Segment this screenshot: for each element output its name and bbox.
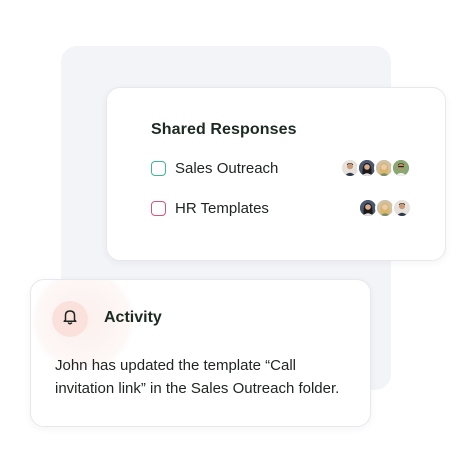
activity-card: Activity John has updated the template “… xyxy=(30,279,371,427)
hr-templates-checkbox[interactable] xyxy=(151,200,166,216)
shared-responses-card: Shared Responses Sales Outreach HR Templ… xyxy=(106,87,446,261)
folder-label: HR Templates xyxy=(175,199,269,217)
bell-badge xyxy=(52,301,88,337)
bell-icon xyxy=(62,308,78,330)
avatar xyxy=(392,198,412,218)
avatar xyxy=(391,158,411,178)
activity-title: Activity xyxy=(104,309,162,326)
hr-templates-avatars xyxy=(358,198,412,218)
shared-responses-title: Shared Responses xyxy=(151,121,297,138)
illustration: Shared Responses Sales Outreach HR Templ… xyxy=(0,0,474,474)
folder-label: Sales Outreach xyxy=(175,159,279,177)
activity-message: John has updated the template “Call invi… xyxy=(55,357,340,397)
sales-outreach-avatars xyxy=(340,158,411,178)
sales-outreach-checkbox[interactable] xyxy=(151,160,166,176)
